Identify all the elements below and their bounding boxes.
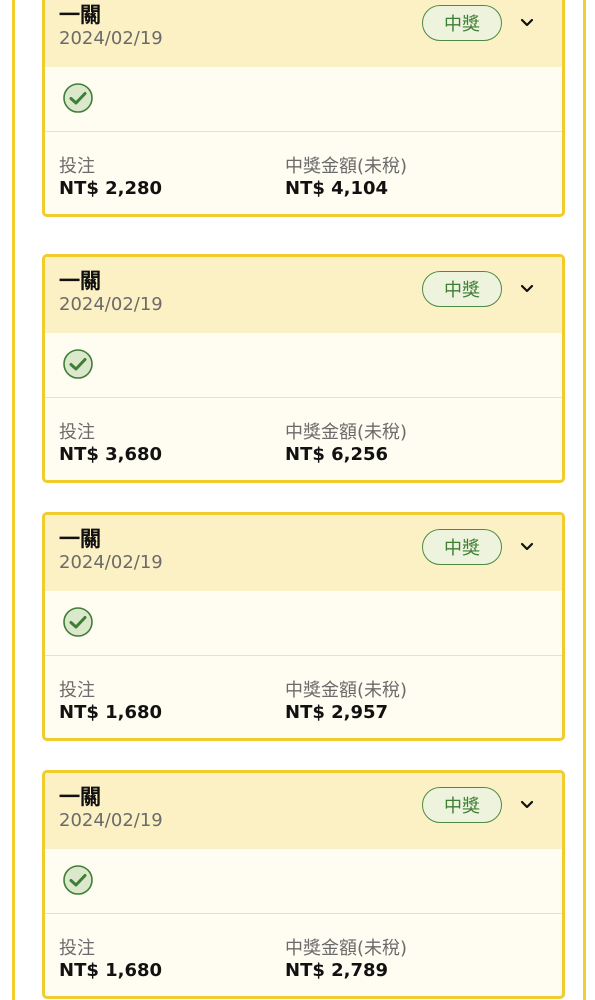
bet-card-amounts: 投注 NT$ 1,680 中獎金額(未稅) NT$ 2,789 xyxy=(45,914,562,996)
check-circle-icon xyxy=(63,607,93,637)
prize-amount-value: NT$ 2,789 xyxy=(285,960,389,981)
bet-card[interactable]: 一關 2024/02/19 中獎 投注 NT$ 3,680 中獎金額(未稅) N… xyxy=(42,254,565,483)
win-status-badge: 中獎 xyxy=(422,5,502,41)
bet-card[interactable]: 一關 2024/02/19 中獎 投注 NT$ 2,280 中獎金額(未稅) N… xyxy=(42,0,565,217)
bet-card-header[interactable]: 一關 2024/02/19 中獎 xyxy=(45,773,562,849)
bet-card-amounts: 投注 NT$ 3,680 中獎金額(未稅) NT$ 6,256 xyxy=(45,398,562,480)
right-rail xyxy=(583,0,586,1000)
bet-card-status-row xyxy=(45,849,562,914)
bet-amount-value: NT$ 1,680 xyxy=(59,960,163,981)
bet-amount-value: NT$ 2,280 xyxy=(59,178,163,199)
win-status-badge: 中獎 xyxy=(422,529,502,565)
bet-card-header[interactable]: 一關 2024/02/19 中獎 xyxy=(45,515,562,591)
chevron-down-icon[interactable] xyxy=(518,13,536,31)
bet-amount-label: 投注 xyxy=(59,156,95,177)
check-circle-icon xyxy=(63,83,93,113)
prize-amount-value: NT$ 6,256 xyxy=(285,444,389,465)
bet-card-amounts: 投注 NT$ 2,280 中獎金額(未稅) NT$ 4,104 xyxy=(45,132,562,214)
chevron-down-icon[interactable] xyxy=(518,537,536,555)
bet-amount-value: NT$ 1,680 xyxy=(59,702,163,723)
bet-history-list: 一關 2024/02/19 中獎 投注 NT$ 2,280 中獎金額(未稅) N… xyxy=(0,0,595,1000)
win-status-badge: 中獎 xyxy=(422,787,502,823)
bet-card-amounts: 投注 NT$ 1,680 中獎金額(未稅) NT$ 2,957 xyxy=(45,656,562,738)
bet-amount-label: 投注 xyxy=(59,422,95,443)
bet-card[interactable]: 一關 2024/02/19 中獎 投注 NT$ 1,680 中獎金額(未稅) N… xyxy=(42,770,565,999)
bet-amount-value: NT$ 3,680 xyxy=(59,444,163,465)
check-circle-icon xyxy=(63,865,93,895)
bet-amount-label: 投注 xyxy=(59,680,95,701)
prize-amount-label: 中獎金額(未稅) xyxy=(285,156,408,177)
bet-card-status-row xyxy=(45,67,562,132)
bet-card-status-row xyxy=(45,333,562,398)
check-circle-icon xyxy=(63,349,93,379)
bet-card-status-row xyxy=(45,591,562,656)
win-status-badge: 中獎 xyxy=(422,271,502,307)
prize-amount-value: NT$ 4,104 xyxy=(285,178,389,199)
chevron-down-icon[interactable] xyxy=(518,279,536,297)
bet-amount-label: 投注 xyxy=(59,938,95,959)
prize-amount-label: 中獎金額(未稅) xyxy=(285,938,408,959)
prize-amount-value: NT$ 2,957 xyxy=(285,702,389,723)
bet-card-header[interactable]: 一關 2024/02/19 中獎 xyxy=(45,257,562,333)
bet-card[interactable]: 一關 2024/02/19 中獎 投注 NT$ 1,680 中獎金額(未稅) N… xyxy=(42,512,565,741)
left-rail xyxy=(12,0,15,1000)
prize-amount-label: 中獎金額(未稅) xyxy=(285,680,408,701)
prize-amount-label: 中獎金額(未稅) xyxy=(285,422,408,443)
chevron-down-icon[interactable] xyxy=(518,795,536,813)
bet-card-header[interactable]: 一關 2024/02/19 中獎 xyxy=(45,0,562,67)
